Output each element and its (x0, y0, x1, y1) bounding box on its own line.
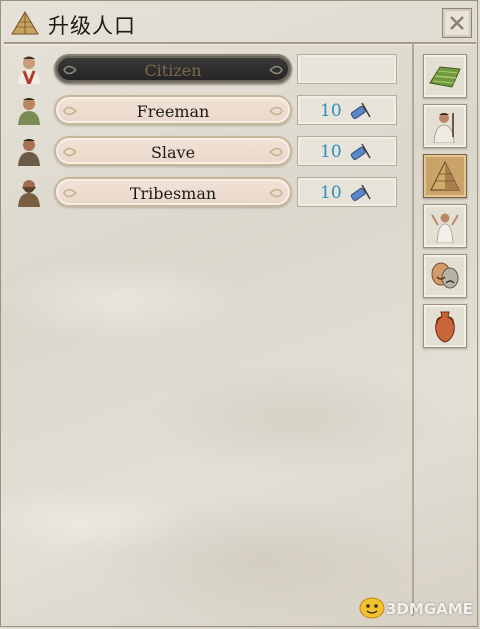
military-tab[interactable] (423, 104, 467, 148)
slave-cost-box: 10 (297, 136, 397, 166)
watermark-text: 3DMGAME (386, 600, 473, 618)
pyramid-icon (11, 11, 39, 35)
citizen-button[interactable]: Citizen (54, 54, 292, 84)
priest-icon (431, 213, 459, 243)
citizen-avatar-icon (18, 56, 40, 84)
freeman-avatar-icon (18, 98, 40, 125)
soldier-icon (433, 113, 455, 143)
freeman-cost: 10 (320, 101, 342, 121)
trade-tab[interactable] (423, 304, 467, 348)
title-bar: 升级人口 (4, 4, 476, 44)
tribesman-cost: 10 (320, 183, 342, 203)
laurel-right-icon (269, 147, 283, 157)
tribesman-cost-box: 10 (297, 177, 397, 207)
citizen-cost-box (297, 54, 397, 84)
slave-button[interactable]: Slave (54, 136, 292, 166)
laurel-right-icon (269, 65, 283, 75)
culture-tab[interactable] (423, 254, 467, 298)
pyramid-icon (430, 160, 460, 191)
freeman-cost-box: 10 (297, 95, 397, 125)
population-row-freeman: Freeman 10 (6, 93, 412, 127)
laurel-right-icon (269, 188, 283, 198)
population-row-tribesman: Tribesman 10 (6, 175, 412, 209)
close-button[interactable] (442, 8, 472, 38)
population-row-slave: Slave 10 (6, 134, 412, 168)
pyramid-tab[interactable] (423, 154, 467, 198)
window-title: 升级人口 (48, 14, 136, 38)
laurel-right-icon (269, 106, 283, 116)
close-x-icon (450, 16, 464, 30)
population-list-panel: Citizen Freeman 10 Slave 10 Tribesman 10 (6, 44, 414, 616)
population-row-citizen: Citizen (6, 52, 412, 86)
category-side-panel (416, 44, 476, 616)
citizen-label: Citizen (144, 61, 202, 80)
watermark-mascot-icon (359, 597, 385, 619)
scroll-quill-icon (350, 101, 371, 120)
scroll-quill-icon (350, 142, 371, 161)
farmland-icon (429, 66, 461, 88)
slave-label: Slave (150, 143, 196, 162)
amphora-icon (435, 311, 455, 343)
freeman-button[interactable]: Freeman (54, 95, 292, 125)
slave-cost: 10 (320, 142, 342, 162)
land-tab[interactable] (423, 54, 467, 98)
religion-tab[interactable] (423, 204, 467, 248)
slave-avatar-icon (18, 139, 40, 166)
tribesman-avatar-icon (18, 180, 40, 207)
tribesman-button[interactable]: Tribesman (54, 177, 292, 207)
tribesman-label: Tribesman (129, 184, 217, 203)
scroll-quill-icon (350, 183, 371, 202)
theater-masks-icon (431, 262, 459, 289)
freeman-label: Freeman (136, 102, 210, 121)
